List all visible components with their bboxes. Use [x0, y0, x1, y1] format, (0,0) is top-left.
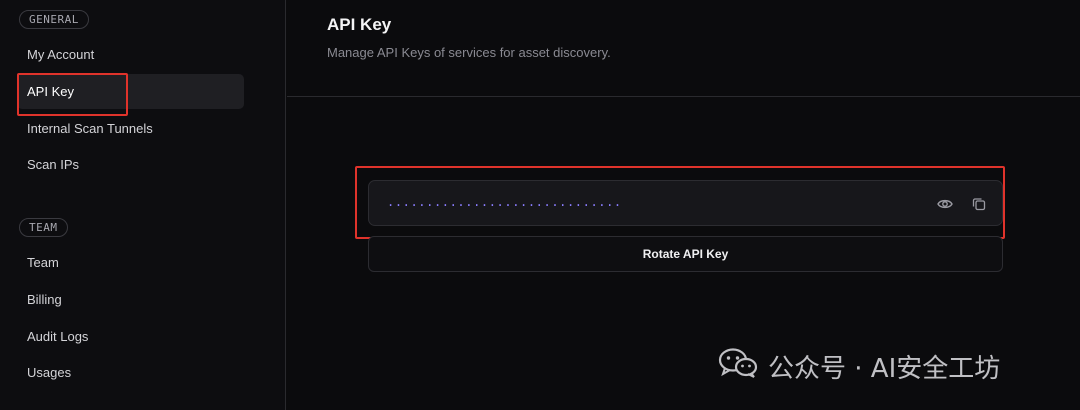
- sidebar-item-internal-scan-tunnels[interactable]: Internal Scan Tunnels: [17, 111, 244, 146]
- eye-icon[interactable]: [935, 194, 955, 214]
- page-subtitle: Manage API Keys of services for asset di…: [327, 45, 611, 60]
- copy-icon[interactable]: [969, 194, 989, 214]
- sidebar-item-api-key[interactable]: API Key: [17, 74, 244, 109]
- header-divider: [287, 96, 1080, 97]
- app-root: GENERAL My Account API Key Internal Scan…: [0, 0, 1080, 410]
- watermark-text: 公众号 · AI安全工坊: [768, 353, 1001, 384]
- sidebar-item-team[interactable]: Team: [17, 245, 244, 280]
- wechat-watermark: 公众号 · AI安全工坊: [718, 346, 1000, 386]
- rotate-api-key-button[interactable]: Rotate API Key: [368, 236, 1003, 272]
- sidebar-item-billing[interactable]: Billing: [17, 282, 244, 317]
- settings-sidebar: GENERAL My Account API Key Internal Scan…: [0, 0, 286, 410]
- page-title: API Key: [327, 15, 392, 34]
- sidebar-item-audit-logs[interactable]: Audit Logs: [17, 319, 244, 354]
- wechat-icon: [718, 347, 758, 386]
- sidebar-item-scan-ips[interactable]: Scan IPs: [17, 147, 244, 182]
- api-key-field[interactable]: ..............................: [368, 180, 1003, 226]
- api-key-masked-value: ..............................: [387, 195, 622, 209]
- section-label-general: GENERAL: [19, 10, 89, 29]
- sidebar-item-my-account[interactable]: My Account: [17, 37, 244, 72]
- sidebar-item-usages[interactable]: Usages: [17, 355, 244, 390]
- section-label-team: TEAM: [19, 218, 68, 237]
